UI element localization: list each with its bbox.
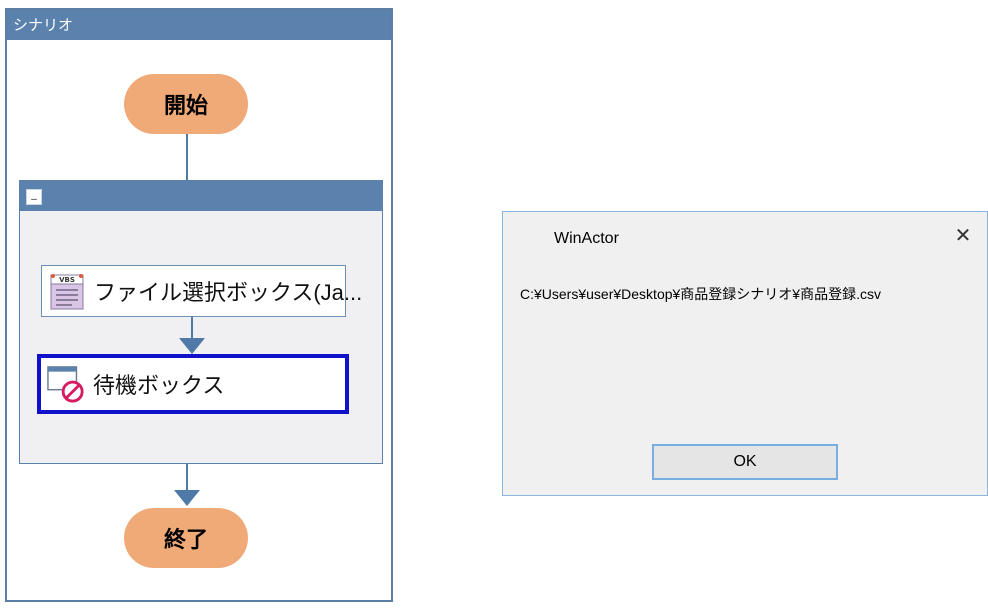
group-header: _ — [20, 181, 382, 211]
scenario-panel: シナリオ 開始 _ VBS ファイル選択ボックス(Ja... 待機ボックス 終了 — [5, 8, 393, 602]
group-container[interactable]: _ VBS ファイル選択ボックス(Ja... 待機ボックス — [19, 180, 383, 464]
message-dialog: WinActor ✕ C:¥Users¥user¥Desktop¥商品登録シナリ… — [502, 211, 988, 496]
close-icon[interactable]: ✕ — [953, 226, 973, 246]
arrow-down-icon — [174, 490, 200, 506]
dialog-message: C:¥Users¥user¥Desktop¥商品登録シナリオ¥商品登録.csv — [520, 286, 881, 302]
svg-text:VBS: VBS — [59, 276, 75, 284]
collapse-button[interactable]: _ — [26, 188, 42, 205]
wait-box-node[interactable]: 待機ボックス — [37, 354, 349, 414]
ok-button[interactable]: OK — [652, 444, 838, 480]
vbs-script-icon: VBS — [50, 274, 84, 310]
wait-box-icon — [47, 366, 84, 403]
end-node[interactable]: 終了 — [124, 508, 248, 568]
connector-line — [186, 134, 188, 180]
file-select-box-node[interactable]: VBS ファイル選択ボックス(Ja... — [41, 265, 362, 317]
dialog-title: WinActor — [554, 230, 619, 247]
scenario-title: シナリオ — [7, 10, 391, 40]
arrow-down-icon — [179, 338, 205, 354]
start-node[interactable]: 開始 — [124, 74, 248, 134]
connector-line — [186, 464, 188, 492]
node-label: ファイル選択ボックス(Ja... — [94, 280, 363, 305]
connector-line — [191, 317, 193, 339]
node-label: 待機ボックス — [93, 373, 225, 398]
